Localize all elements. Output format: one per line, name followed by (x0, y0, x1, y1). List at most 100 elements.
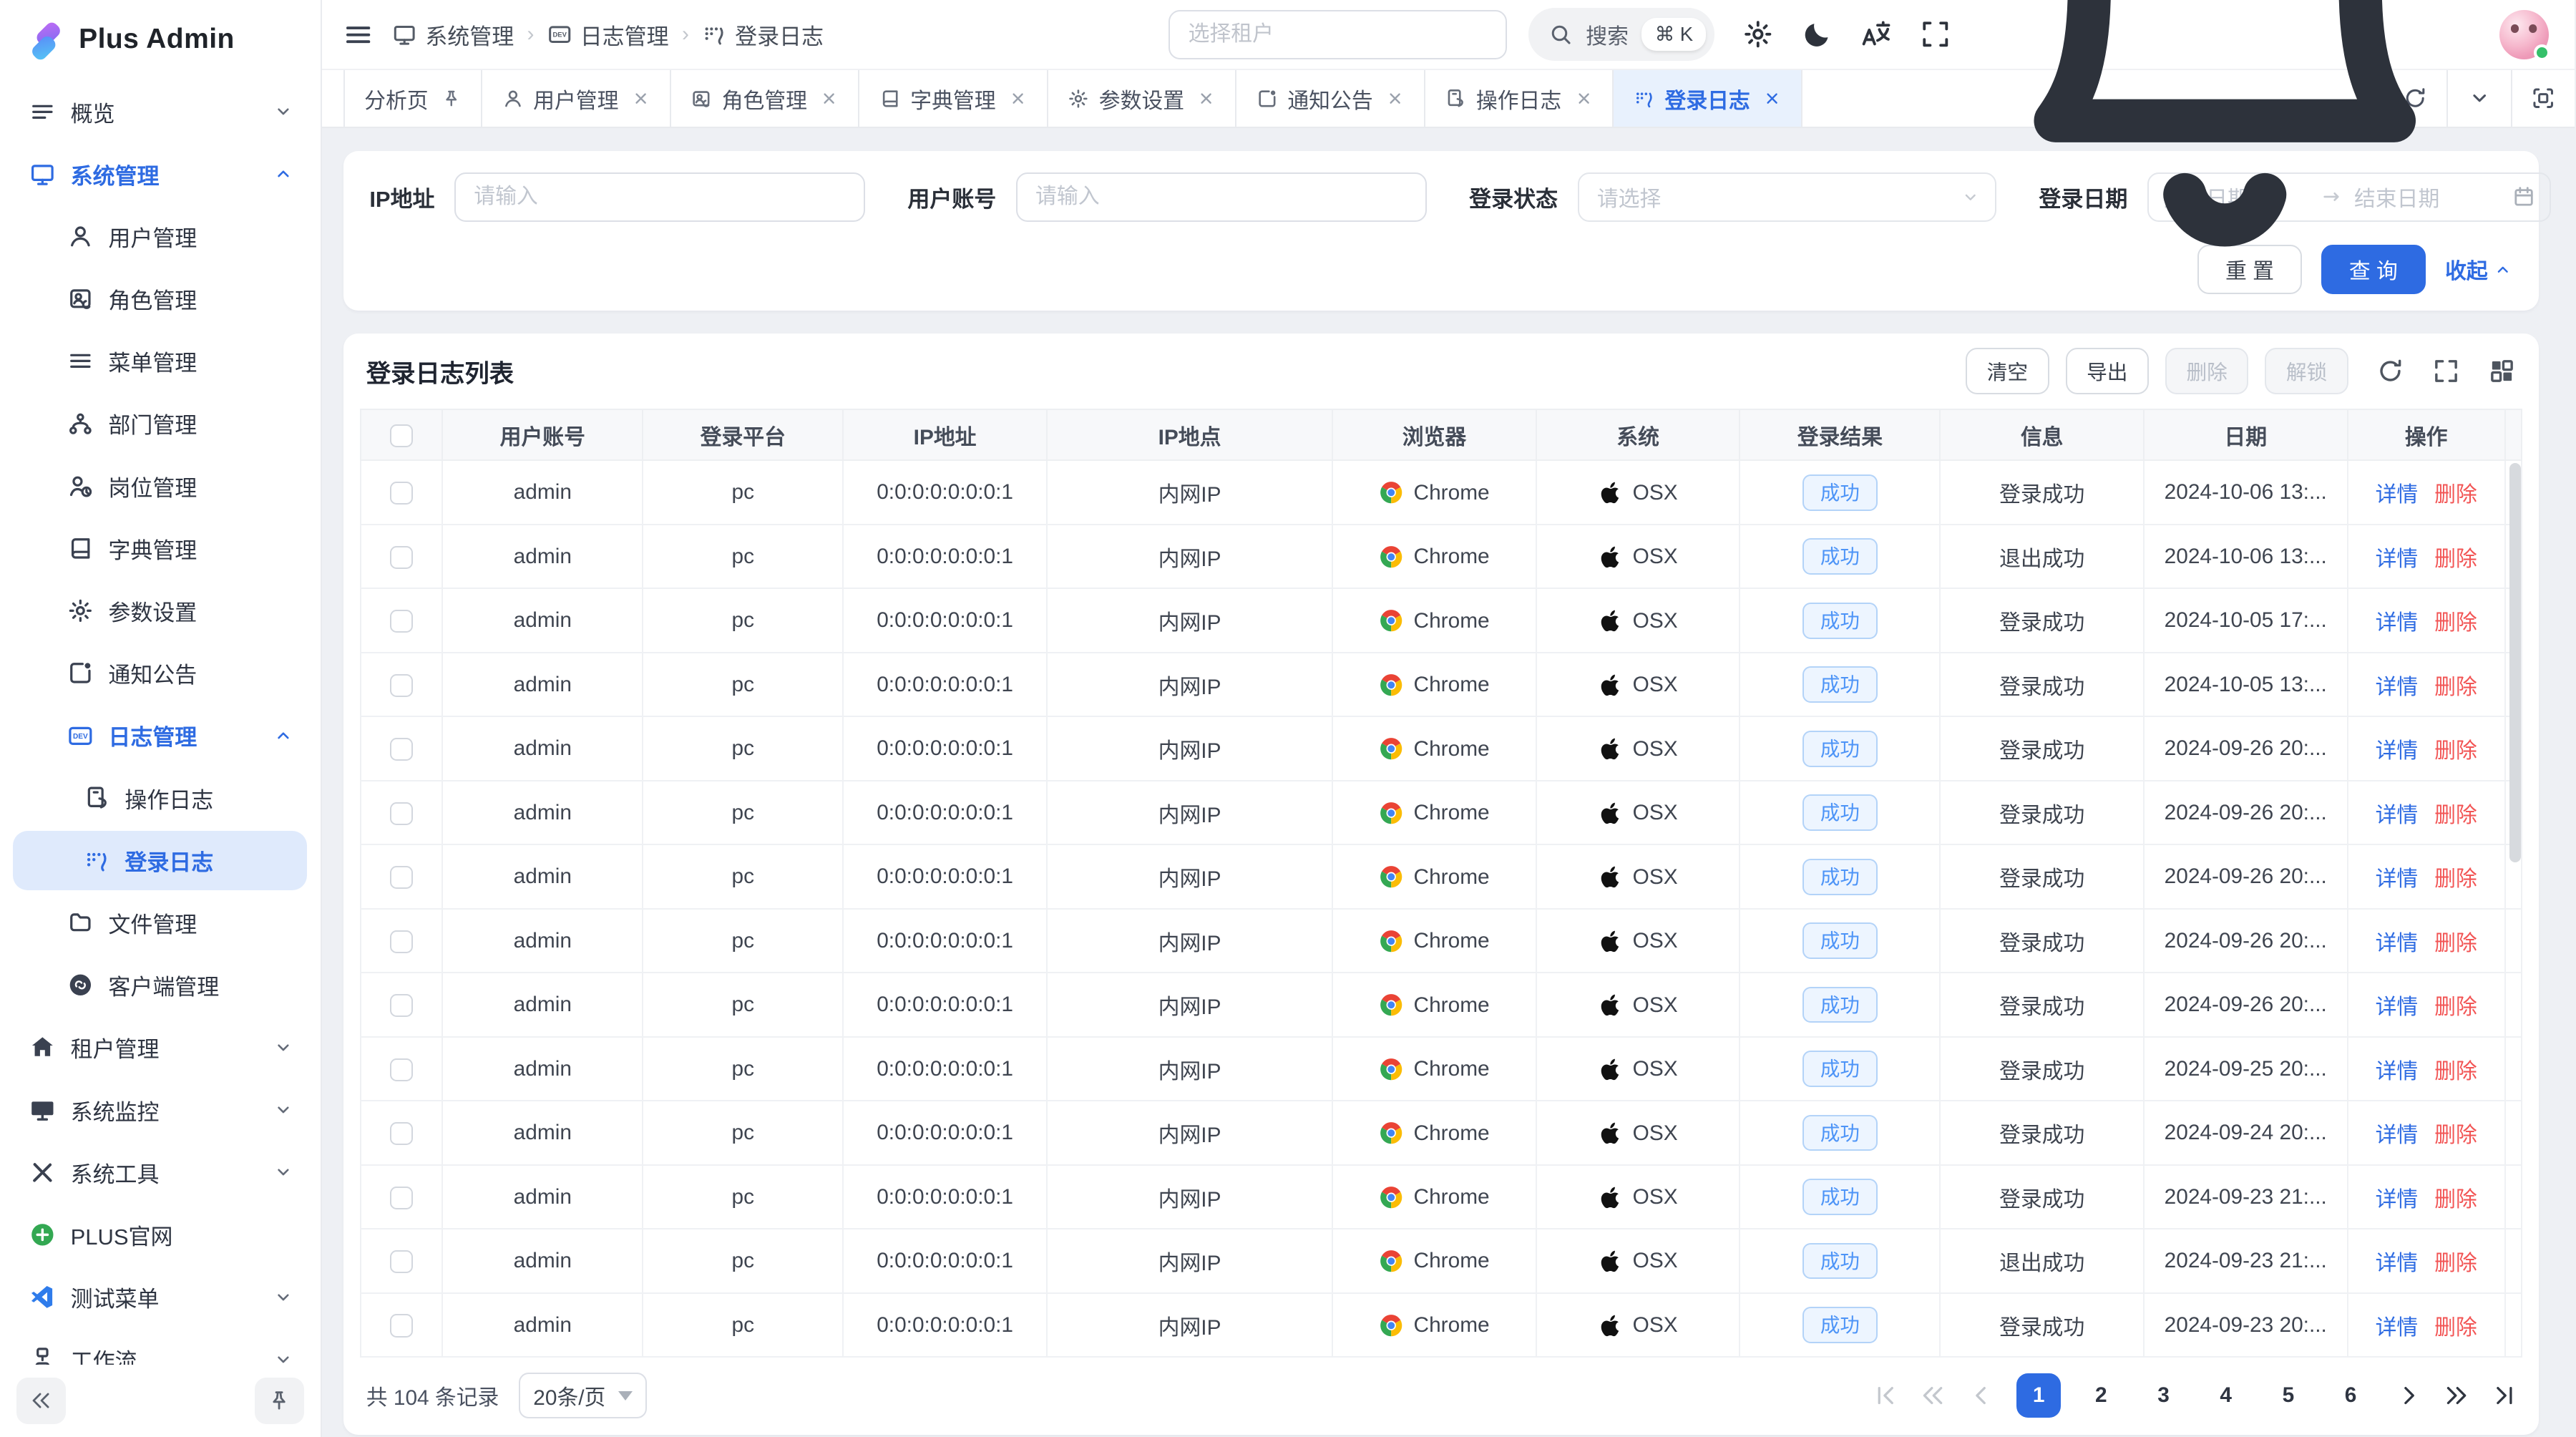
tab-登录日志[interactable]: 登录日志 (1614, 70, 1802, 127)
detail-link[interactable]: 详情 (2376, 477, 2419, 508)
detail-link[interactable]: 详情 (2376, 605, 2419, 636)
hamburger-menu-icon[interactable] (343, 20, 373, 49)
detail-link[interactable]: 详情 (2376, 989, 2419, 1020)
detail-link[interactable]: 详情 (2376, 1117, 2419, 1149)
delete-link[interactable]: 删除 (2434, 1245, 2477, 1277)
row-checkbox[interactable] (390, 738, 413, 761)
tenant-select-input[interactable] (1169, 10, 1507, 59)
table-scrollbar-thumb[interactable] (2509, 463, 2521, 862)
sidebar-item-客户端管理[interactable]: 客户端管理 (13, 955, 307, 1015)
sidebar-item-通知公告[interactable]: 通知公告 (13, 643, 307, 703)
maximize-content-button[interactable] (2511, 70, 2575, 127)
delete-link[interactable]: 删除 (2434, 989, 2477, 1020)
tab-角色管理[interactable]: 角色管理 (671, 70, 860, 127)
notifications-button[interactable] (1979, 0, 2471, 281)
detail-link[interactable]: 详情 (2376, 861, 2419, 892)
sidebar-item-概览[interactable]: 概览 (13, 82, 307, 142)
dark-mode-moon-icon[interactable] (1802, 19, 1833, 50)
delete-link[interactable]: 删除 (2434, 925, 2477, 957)
row-checkbox[interactable] (390, 930, 413, 953)
sidebar-item-岗位管理[interactable]: 岗位管理 (13, 457, 307, 516)
delete-link[interactable]: 删除 (2434, 1117, 2477, 1149)
sidebar-item-参数设置[interactable]: 参数设置 (13, 581, 307, 640)
close-icon[interactable] (1009, 89, 1027, 107)
tab-操作日志[interactable]: 操作日志 (1425, 70, 1614, 127)
sidebar-item-角色管理[interactable]: 角色管理 (13, 269, 307, 328)
row-checkbox[interactable] (390, 994, 413, 1017)
page-size-select[interactable]: 20条/页 (519, 1373, 647, 1418)
pin-sidebar-button[interactable] (255, 1378, 304, 1423)
detail-link[interactable]: 详情 (2376, 541, 2419, 573)
clear-button[interactable]: 清空 (1966, 348, 2049, 394)
language-translate-icon[interactable] (1860, 19, 1892, 50)
select-all-checkbox[interactable] (390, 424, 413, 447)
delete-link[interactable]: 删除 (2434, 669, 2477, 701)
unlock-button[interactable]: 解锁 (2265, 348, 2348, 394)
tab-通知公告[interactable]: 通知公告 (1236, 70, 1425, 127)
sidebar-item-用户管理[interactable]: 用户管理 (13, 207, 307, 266)
detail-link[interactable]: 详情 (2376, 797, 2419, 829)
detail-link[interactable]: 详情 (2376, 1245, 2419, 1277)
close-icon[interactable] (1197, 89, 1215, 107)
page-number-1[interactable]: 1 (2016, 1373, 2061, 1418)
delete-link[interactable]: 删除 (2434, 477, 2477, 508)
status-select[interactable]: 请选择 (1578, 172, 1996, 222)
collapse-sidebar-button[interactable] (16, 1378, 66, 1423)
fullscreen-icon[interactable] (1920, 19, 1951, 50)
delete-link[interactable]: 删除 (2434, 861, 2477, 892)
page-number-5[interactable]: 5 (2266, 1373, 2311, 1418)
page-number-3[interactable]: 3 (2142, 1373, 2186, 1418)
row-checkbox[interactable] (390, 866, 413, 889)
ip-input[interactable] (454, 172, 865, 222)
sidebar-item-部门管理[interactable]: 部门管理 (13, 394, 307, 454)
tab-分析页[interactable]: 分析页 (343, 70, 482, 127)
row-checkbox[interactable] (390, 546, 413, 569)
sidebar-item-测试菜单[interactable]: 测试菜单 (13, 1267, 307, 1327)
settings-gear-icon[interactable] (1742, 19, 1774, 50)
page-number-4[interactable]: 4 (2204, 1373, 2248, 1418)
sidebar-item-日志管理[interactable]: DEV 日志管理 (13, 706, 307, 766)
row-checkbox[interactable] (390, 1187, 413, 1209)
tab-用户管理[interactable]: 用户管理 (482, 70, 671, 127)
row-checkbox[interactable] (390, 1122, 413, 1145)
close-icon[interactable] (1575, 89, 1593, 107)
detail-link[interactable]: 详情 (2376, 733, 2419, 764)
sidebar-item-登录日志[interactable]: 登录日志 (13, 831, 307, 890)
delete-link[interactable]: 删除 (2434, 733, 2477, 764)
row-checkbox[interactable] (390, 610, 413, 633)
delete-link[interactable]: 删除 (2434, 1310, 2477, 1341)
delete-link[interactable]: 删除 (2434, 1182, 2477, 1213)
prev-page-button[interactable] (1969, 1384, 1992, 1407)
delete-button[interactable]: 删除 (2165, 348, 2248, 394)
sidebar-item-系统管理[interactable]: 系统管理 (13, 145, 307, 204)
breadcrumb-item[interactable]: DEV 日志管理 (547, 19, 669, 51)
close-icon[interactable] (632, 89, 650, 107)
prev-jump-button[interactable] (1921, 1384, 1944, 1407)
delete-link[interactable]: 删除 (2434, 605, 2477, 636)
row-checkbox[interactable] (390, 1058, 413, 1081)
breadcrumb-item[interactable]: 系统管理 (392, 19, 514, 51)
user-avatar[interactable] (2499, 10, 2549, 59)
sidebar-item-文件管理[interactable]: 文件管理 (13, 893, 307, 953)
first-page-button[interactable] (1874, 1384, 1897, 1407)
breadcrumb-item[interactable]: 登录日志 (702, 19, 824, 51)
close-icon[interactable] (820, 89, 838, 107)
tab-参数设置[interactable]: 参数设置 (1048, 70, 1237, 127)
refresh-table-icon[interactable] (2376, 357, 2404, 385)
global-search-button[interactable]: 搜索 ⌘ K (1528, 8, 1714, 60)
expand-table-icon[interactable] (2432, 357, 2460, 385)
account-input[interactable] (1016, 172, 1427, 222)
sidebar-item-操作日志[interactable]: 操作日志 (13, 769, 307, 828)
row-checkbox[interactable] (390, 482, 413, 505)
close-icon[interactable] (1763, 89, 1781, 107)
tab-字典管理[interactable]: 字典管理 (859, 70, 1048, 127)
delete-link[interactable]: 删除 (2434, 1053, 2477, 1085)
detail-link[interactable]: 详情 (2376, 1182, 2419, 1213)
column-settings-icon[interactable] (2488, 357, 2516, 385)
export-button[interactable]: 导出 (2066, 348, 2149, 394)
detail-link[interactable]: 详情 (2376, 669, 2419, 701)
sidebar-item-字典管理[interactable]: 字典管理 (13, 519, 307, 578)
row-checkbox[interactable] (390, 1314, 413, 1337)
sidebar-item-租户管理[interactable]: 租户管理 (13, 1018, 307, 1078)
detail-link[interactable]: 详情 (2376, 925, 2419, 957)
